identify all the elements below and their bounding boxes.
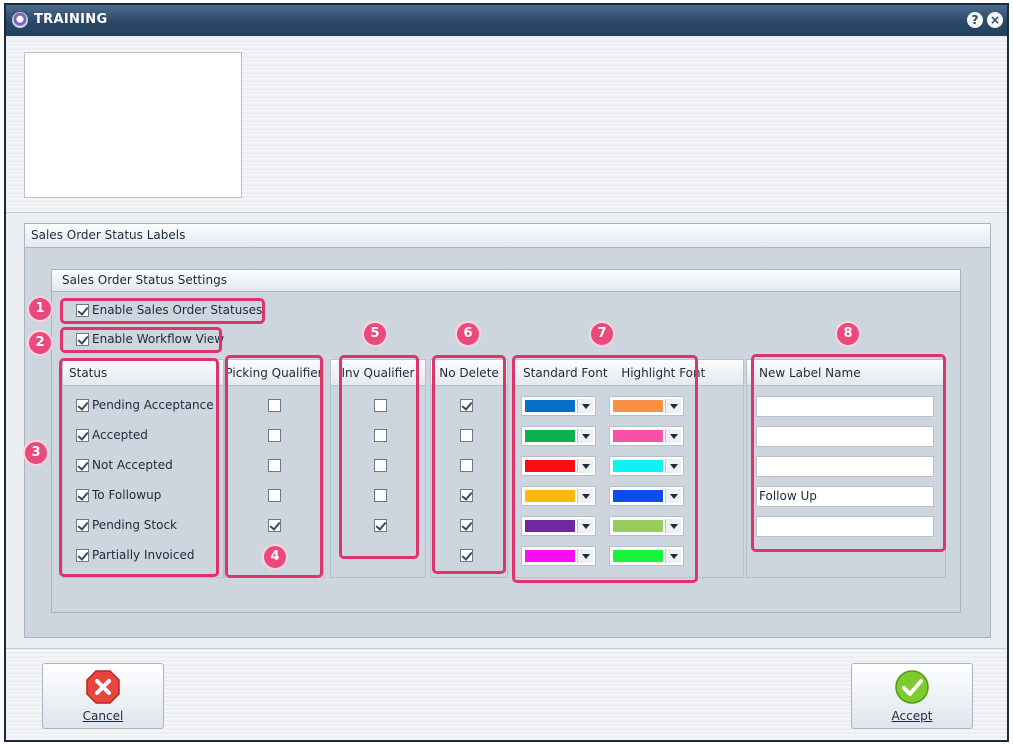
annotation-box-5 [339,355,419,559]
annotation-marker-7: 7 [589,321,615,347]
annotation-box-8 [751,354,946,552]
accept-button[interactable]: Accept [851,663,973,729]
annotation-marker-2: 2 [27,330,53,356]
preview-panel [24,52,242,198]
annotation-marker-4: 4 [262,544,288,570]
annotation-marker-6: 6 [455,321,481,347]
annotation-box-7 [512,355,698,583]
app-logo-icon [12,12,28,28]
annotation-box-6 [432,355,506,574]
annotation-marker-8: 8 [835,321,861,347]
window-title: TRAINING [34,12,108,27]
annotation-box-3 [59,358,219,577]
accept-label: Accept [891,709,933,723]
annotation-box-2 [60,327,222,353]
annotation-box-1 [60,298,265,324]
cancel-label: Cancel [82,709,124,723]
status-settings-header: Sales Order Status Settings [52,270,960,292]
title-bar: TRAINING ? × [6,5,1007,36]
status-labels-header: Sales Order Status Labels [25,224,990,248]
button-bar: Cancel Accept [6,648,1007,740]
x-circle-icon [86,670,120,704]
close-icon[interactable]: × [987,12,1003,28]
annotation-marker-1: 1 [27,296,53,322]
help-icon[interactable]: ? [967,12,983,28]
check-circle-icon [895,670,929,704]
cancel-button[interactable]: Cancel [42,663,164,729]
preview-area [6,36,1007,213]
annotation-marker-3: 3 [23,440,49,466]
annotation-marker-5: 5 [362,321,388,347]
